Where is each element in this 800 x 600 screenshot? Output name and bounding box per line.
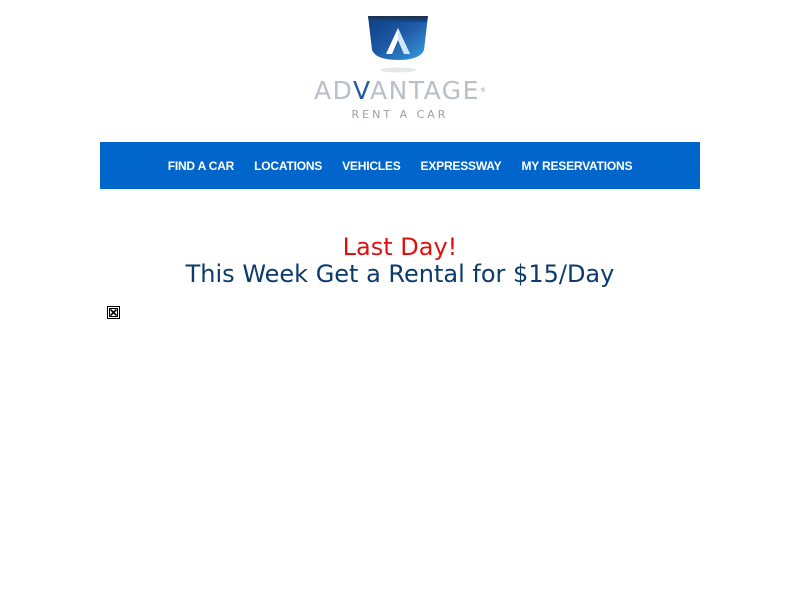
logo-wordmark-suffix: ANTAGE [369,76,480,105]
trademark-symbol: ® [479,87,486,94]
logo-wordmark: ADVANTAGE® [290,78,510,104]
advantage-logo[interactable]: ADVANTAGE® RENT A CAR [290,12,510,124]
promo-headline: Last Day! This Week Get a Rental for $15… [100,234,700,288]
logo-tagline: RENT A CAR [351,108,449,121]
broken-image-icon [107,306,120,319]
page: ADVANTAGE® RENT A CAR FIND A CAR LOCATIO… [0,0,800,600]
logo-wordmark-accent: V [352,76,370,105]
nav-item-vehicles[interactable]: VEHICLES [342,159,401,173]
logo-wordmark-prefix: AD [314,76,353,105]
promo-last-day: Last Day! [342,233,458,261]
promo-offer: This Week Get a Rental for $15/Day [185,260,615,288]
nav-item-my-reservations[interactable]: MY RESERVATIONS [521,159,632,173]
nav-item-find-a-car[interactable]: FIND A CAR [168,159,235,173]
advantage-emblem-icon [368,16,428,73]
main-nav: FIND A CAR LOCATIONS VEHICLES EXPRESSWAY… [100,142,700,189]
nav-item-locations[interactable]: LOCATIONS [254,159,322,173]
nav-item-expressway[interactable]: EXPRESSWAY [421,159,502,173]
